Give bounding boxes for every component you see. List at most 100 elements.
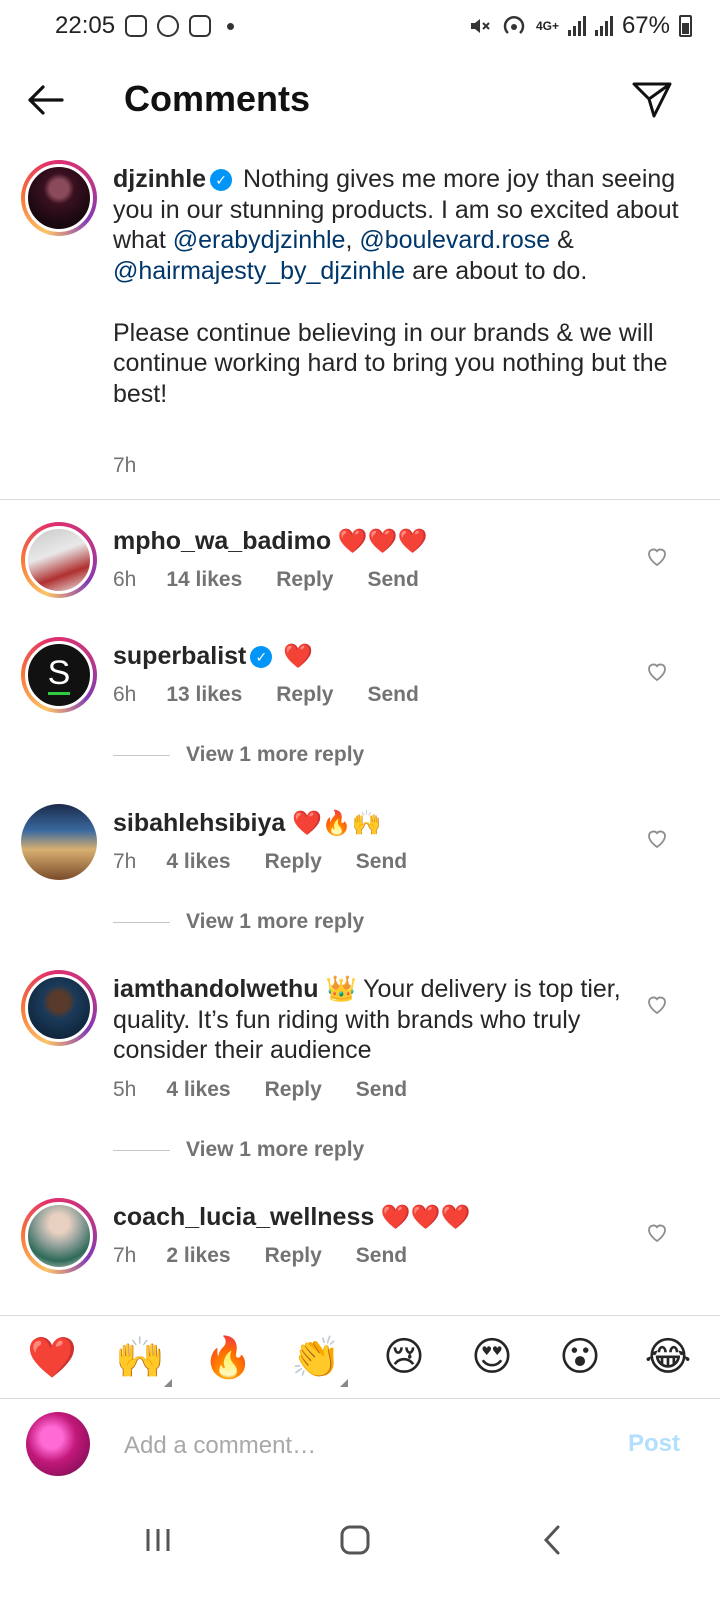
comment-text: iamthandolwethu 👑 Your delivery is top t… bbox=[113, 974, 633, 1066]
comment-meta: 7h 2 likes Reply Send bbox=[113, 1244, 441, 1268]
view-more-replies-button[interactable]: View 1 more reply bbox=[113, 1138, 364, 1162]
like-heart-icon[interactable] bbox=[645, 992, 669, 1016]
signal-2-icon bbox=[594, 16, 613, 36]
emoji-tears-of-joy-button[interactable]: 😂 bbox=[638, 1334, 698, 1380]
caption-text: djzinhle ✓ Nothing gives me more joy than… bbox=[113, 164, 683, 410]
send-button[interactable]: Send bbox=[356, 850, 407, 874]
caption-text-part: & bbox=[550, 226, 574, 255]
comment-username[interactable]: iamthandolwethu bbox=[113, 975, 319, 1003]
view-more-replies-button[interactable]: View 1 more reply bbox=[113, 743, 364, 767]
hotspot-icon bbox=[503, 16, 525, 34]
reply-button[interactable]: Reply bbox=[276, 568, 333, 592]
variant-indicator-icon bbox=[340, 1378, 348, 1387]
send-button[interactable]: Send bbox=[367, 683, 418, 707]
emoji-heart-button[interactable]: ❤️ bbox=[22, 1334, 82, 1381]
emoji-reaction-bar: ❤️ 🙌 🔥 👏 😢 😍 😮 😂 bbox=[0, 1315, 720, 1399]
home-icon bbox=[340, 1525, 370, 1555]
comment-input[interactable] bbox=[124, 1426, 584, 1466]
avatar[interactable] bbox=[21, 1198, 97, 1274]
caption-paragraph: Please continue believing in our brands … bbox=[113, 318, 668, 408]
emoji-heart-eyes-button[interactable]: 😍 bbox=[462, 1334, 522, 1380]
emoji-clap-glyph: 👏 bbox=[291, 1335, 341, 1380]
reply-button[interactable]: Reply bbox=[265, 1078, 322, 1102]
post-button[interactable]: Post bbox=[628, 1430, 680, 1458]
emoji-clap-button[interactable]: 👏 bbox=[286, 1334, 348, 1387]
comment-username[interactable]: mpho_wa_badimo bbox=[113, 527, 331, 555]
comment-text: coach_lucia_wellness ❤️❤️❤️ bbox=[113, 1202, 623, 1234]
caption-username[interactable]: djzinhle bbox=[113, 165, 206, 193]
battery-percent: 67% bbox=[621, 12, 670, 39]
avatar[interactable]: S bbox=[21, 637, 97, 713]
emoji-fire-button[interactable]: 🔥 bbox=[198, 1334, 258, 1381]
likes-count[interactable]: 14 likes bbox=[166, 568, 242, 592]
emoji-raised-hands-glyph: 🙌 bbox=[115, 1335, 165, 1380]
page-title: Comments bbox=[124, 78, 311, 119]
send-button[interactable]: Send bbox=[367, 568, 418, 592]
mention-link[interactable]: @erabydjzinhle bbox=[173, 226, 346, 254]
comment-meta: 7h 4 likes Reply Send bbox=[113, 850, 441, 874]
avatar[interactable] bbox=[21, 804, 97, 880]
view-more-replies-button[interactable]: View 1 more reply bbox=[113, 910, 364, 934]
system-nav-bar bbox=[0, 1490, 720, 1600]
comment-meta: 6h 14 likes Reply Send bbox=[113, 568, 453, 592]
emoji-crying-button[interactable]: 😢 bbox=[374, 1334, 434, 1380]
comment-text: sibahlehsibiya ❤️🔥🙌 bbox=[113, 808, 623, 840]
like-heart-icon[interactable] bbox=[645, 544, 669, 568]
status-time: 22:05 bbox=[55, 12, 116, 39]
mention-link[interactable]: @hairmajesty_by_djzinhle bbox=[113, 257, 405, 285]
system-back-button[interactable] bbox=[522, 1510, 582, 1570]
network-type: 4G+ bbox=[535, 19, 559, 33]
post-caption: djzinhle ✓ Nothing gives me more joy than… bbox=[0, 158, 720, 500]
notification-dot-icon bbox=[227, 22, 235, 30]
like-heart-icon[interactable] bbox=[645, 826, 669, 850]
comment-body: ❤️❤️❤️ bbox=[374, 1204, 471, 1231]
reply-button[interactable]: Reply bbox=[265, 1244, 322, 1268]
comment-body: ❤️🔥🙌 bbox=[285, 810, 382, 837]
current-user-avatar bbox=[26, 1412, 90, 1476]
battery-icon bbox=[679, 15, 692, 37]
share-button[interactable] bbox=[630, 78, 674, 122]
send-button[interactable]: Send bbox=[356, 1244, 407, 1268]
likes-count[interactable]: 2 likes bbox=[166, 1244, 230, 1268]
instagram-icon bbox=[125, 15, 148, 37]
send-button[interactable]: Send bbox=[356, 1078, 407, 1102]
reply-button[interactable]: Reply bbox=[265, 850, 322, 874]
mute-icon bbox=[470, 19, 490, 33]
caption-time: 7h bbox=[113, 454, 137, 477]
superbalist-logo-icon: S bbox=[47, 653, 71, 692]
verified-badge-icon: ✓ bbox=[210, 169, 233, 191]
home-button[interactable] bbox=[325, 1510, 385, 1570]
emoji-surprised-button[interactable]: 😮 bbox=[550, 1334, 610, 1380]
comment-time: 7h bbox=[113, 850, 137, 873]
emoji-raised-hands-button[interactable]: 🙌 bbox=[110, 1334, 172, 1387]
comment-username[interactable]: superbalist bbox=[113, 642, 246, 670]
comment-body: ❤️❤️❤️ bbox=[331, 528, 428, 555]
comment-time: 5h bbox=[113, 1078, 137, 1101]
caption-text-part: , bbox=[345, 226, 360, 255]
avatar[interactable] bbox=[21, 160, 97, 236]
comment-time: 7h bbox=[113, 1244, 137, 1267]
back-button[interactable] bbox=[24, 78, 68, 122]
recent-apps-button[interactable] bbox=[128, 1510, 188, 1570]
comment-text: mpho_wa_badimo ❤️❤️❤️ bbox=[113, 526, 623, 558]
likes-count[interactable]: 4 likes bbox=[166, 850, 230, 874]
arrow-left-icon bbox=[28, 85, 64, 115]
mention-link[interactable]: @boulevard.rose bbox=[359, 226, 550, 254]
paper-plane-icon bbox=[632, 82, 672, 118]
like-heart-icon[interactable] bbox=[645, 659, 669, 683]
soccer-ball-icon bbox=[157, 15, 180, 37]
chevron-left-icon bbox=[543, 1525, 560, 1555]
avatar[interactable] bbox=[21, 970, 97, 1046]
avatar[interactable] bbox=[21, 522, 97, 598]
likes-count[interactable]: 13 likes bbox=[166, 683, 242, 707]
signal-1-icon bbox=[567, 16, 586, 36]
comment-meta: 5h 4 likes Reply Send bbox=[113, 1078, 441, 1102]
comment-composer: Post bbox=[0, 1400, 720, 1488]
recent-apps-icon bbox=[146, 1529, 170, 1551]
comment-username[interactable]: sibahlehsibiya bbox=[113, 809, 285, 837]
like-heart-icon[interactable] bbox=[645, 1220, 669, 1244]
comment-time: 6h bbox=[113, 683, 137, 706]
comment-username[interactable]: coach_lucia_wellness bbox=[113, 1203, 374, 1231]
reply-button[interactable]: Reply bbox=[276, 683, 333, 707]
likes-count[interactable]: 4 likes bbox=[166, 1078, 230, 1102]
